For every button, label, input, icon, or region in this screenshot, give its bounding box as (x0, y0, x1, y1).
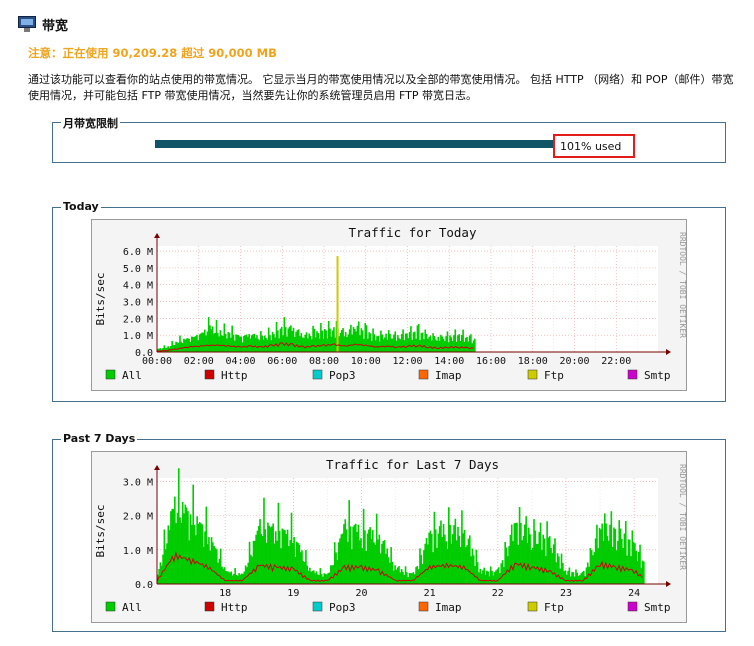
legend-label-imap: Imap (435, 601, 462, 614)
today-label: Today (61, 200, 101, 213)
page-title: 带宽 (42, 18, 69, 34)
y-axis-arrow (154, 233, 160, 238)
legend-label-ftp: Ftp (544, 369, 564, 382)
y-tick-label: 1.0 M (123, 546, 153, 557)
monitor-icon (18, 16, 36, 32)
legend-swatch-smtp (627, 601, 638, 612)
x-tick-label: 04:00 (225, 356, 255, 367)
x-tick-label: 16:00 (476, 356, 506, 367)
x-tick-label: 20 (355, 588, 367, 599)
x-axis-arrow (666, 581, 671, 587)
all-bar (643, 561, 645, 584)
y-axis-arrow (154, 465, 160, 470)
x-tick-label: 18 (219, 588, 231, 599)
week-graph: Traffic for Last 7 Days Bits/sec RRDTOOL /… (91, 451, 687, 623)
legend-swatch-http (204, 601, 215, 612)
today-graph: Traffic for Today Bits/sec RRDTOOL / TOBI … (91, 219, 687, 391)
usage-warning: 注意：正在使用 90,209.28 超过 90,000 MB (28, 46, 277, 60)
legend-label-all: All (122, 369, 142, 382)
chart-title: Traffic for Today (349, 225, 477, 240)
rrdtool-watermark: RRDTOOL / TOBI OETIKER (678, 464, 686, 570)
legend-swatch-all (105, 601, 116, 612)
legend-label-ftp: Ftp (544, 601, 564, 614)
legend-label-smtp: Smtp (644, 369, 671, 382)
x-tick-label: 20:00 (559, 356, 589, 367)
y-tick-label: 3.0 M (123, 477, 153, 488)
series-ftp-spike (336, 256, 339, 352)
legend-swatch-ftp (527, 369, 538, 380)
usage-percent-box: 101% used (553, 134, 635, 158)
x-tick-label: 08:00 (309, 356, 339, 367)
legend-swatch-smtp (627, 369, 638, 380)
y-tick-label: 5.0 M (123, 264, 153, 275)
week-section: Past 7 Days Traffic for Last 7 Days Bits/… (52, 432, 726, 632)
legend-label-http: Http (221, 369, 248, 382)
legend-swatch-all (105, 369, 116, 380)
week-label: Past 7 Days (61, 432, 138, 445)
y-tick-label: 4.0 M (123, 281, 153, 292)
x-tick-label: 12:00 (392, 356, 422, 367)
usage-bar-fill (155, 140, 555, 148)
legend-swatch-pop3 (312, 601, 323, 612)
legend-label-pop3: Pop3 (329, 369, 356, 382)
x-tick-label: 10:00 (351, 356, 381, 367)
legend-swatch-imap (418, 369, 429, 380)
monthly-limit-label: 月带宽限制 (61, 115, 120, 131)
legend-label-http: Http (221, 601, 248, 614)
legend-swatch-imap (418, 601, 429, 612)
plot-area (157, 478, 658, 584)
usage-percent-text: 101% used (560, 139, 622, 153)
x-tick-label: 21 (424, 588, 436, 599)
legend-label-smtp: Smtp (644, 601, 671, 614)
x-tick-label: 22 (492, 588, 504, 599)
week-chart: Traffic for Last 7 Days Bits/sec RRDTOOL /… (94, 457, 686, 614)
monthly-limit-section: 月带宽限制 101% used (52, 115, 726, 163)
legend-label-all: All (122, 601, 142, 614)
y-tick-label: 1.0 M (123, 331, 153, 342)
x-tick-label: 24 (628, 588, 640, 599)
y-tick-label: 6.0 M (123, 247, 153, 258)
today-section: Today Traffic for Today Bits/sec RRDTOOL /… (52, 200, 726, 402)
legend-label-imap: Imap (435, 369, 462, 382)
rrdtool-watermark: RRDTOOL / TOBI OETIKER (678, 232, 686, 338)
y-tick-label: 3.0 M (123, 298, 153, 309)
x-tick-label: 23 (560, 588, 572, 599)
x-tick-label: 22:00 (601, 356, 631, 367)
x-tick-label: 18:00 (518, 356, 548, 367)
chart-ylabel: Bits/sec (94, 505, 107, 558)
legend-swatch-pop3 (312, 369, 323, 380)
y-tick-label: 2.0 M (123, 512, 153, 523)
x-tick-label: 02:00 (184, 356, 214, 367)
x-tick-label: 06:00 (267, 356, 297, 367)
today-chart: Traffic for Today Bits/sec RRDTOOL / TOBI … (94, 225, 686, 382)
legend-label-pop3: Pop3 (329, 601, 356, 614)
y-tick-label: 0.0 (135, 580, 153, 591)
all-bar (474, 338, 476, 352)
y-tick-label: 2.0 M (123, 314, 153, 325)
x-tick-label: 00:00 (142, 356, 172, 367)
legend-swatch-ftp (527, 601, 538, 612)
x-tick-label: 14:00 (434, 356, 464, 367)
page-description: 通过该功能可以查看你的站点使用的带宽情况。 它显示当月的带宽使用情况以及全部的带… (28, 73, 734, 102)
legend-swatch-http (204, 369, 215, 380)
chart-title: Traffic for Last 7 Days (326, 457, 499, 472)
x-tick-label: 19 (287, 588, 299, 599)
page-header: 带宽 (18, 14, 68, 34)
usage-bar-track (155, 140, 555, 148)
chart-ylabel: Bits/sec (94, 273, 107, 326)
x-axis-arrow (666, 349, 671, 355)
